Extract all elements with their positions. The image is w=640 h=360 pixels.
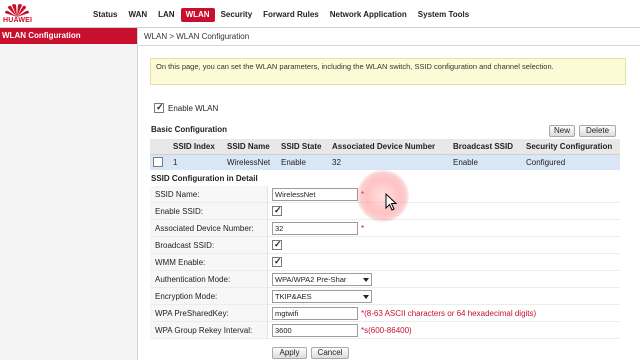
wmm-enable-label: WMM Enable: — [155, 257, 206, 267]
broadcast-ssid-checkbox[interactable] — [272, 239, 282, 250]
form-value-cell: WPA/WPA2 Pre-Shar — [267, 271, 620, 287]
chevron-down-icon — [363, 277, 369, 282]
enable-wlan-checkbox[interactable] — [154, 102, 164, 113]
wpa-group-rekey-interval-label: WPA Group Rekey Interval: — [155, 325, 253, 335]
form-value-cell: WirelessNet * — [267, 186, 620, 202]
row-select-checkbox[interactable] — [153, 157, 163, 168]
ssid-name-cell: WirelessNet — [224, 154, 278, 170]
ssid-table: SSID Index SSID Name SSID State Associat… — [150, 139, 620, 170]
form-value-cell: mgtwifi *(8-63 ASCII characters or 64 he… — [267, 305, 620, 321]
column-header: Associated Device Number — [329, 139, 450, 155]
form-value-cell: 3600 *s(600-86400) — [267, 322, 620, 338]
table-row[interactable]: 1 WirelessNet Enable 32 Enable Configure… — [150, 154, 620, 170]
ssid-state-cell: Enable — [278, 154, 329, 170]
column-header: SSID State — [278, 139, 329, 155]
nav-lan[interactable]: LAN — [153, 8, 179, 22]
nav-system-tools[interactable]: System Tools — [413, 8, 474, 22]
new-button[interactable]: New — [549, 125, 575, 137]
ssid-name-input[interactable]: WirelessNet — [272, 187, 358, 201]
form-row-associated-devices: Associated Device Number: 32 * — [150, 220, 620, 237]
security-configuration-cell: Configured — [523, 154, 620, 170]
sidebar: WLAN Configuration — [0, 28, 138, 360]
wpa-presharedkey-label: WPA PreSharedKey: — [155, 308, 229, 318]
column-header: SSID Index — [170, 139, 224, 155]
info-box: On this page, you can set the WLAN param… — [150, 58, 626, 85]
form-row-wpa-rekey-interval: WPA Group Rekey Interval: 3600 *s(600-86… — [150, 322, 620, 339]
authentication-mode-value: WPA/WPA2 Pre-Shar — [275, 274, 347, 284]
authentication-mode-label: Authentication Mode: — [155, 274, 231, 284]
select-column-header — [150, 139, 170, 155]
column-header: Broadcast SSID — [450, 139, 523, 155]
column-header: Security Configuration — [523, 139, 620, 155]
wpa-group-rekey-interval-input[interactable]: 3600 — [272, 323, 358, 337]
associated-device-number-label: Associated Device Number: — [155, 223, 254, 233]
column-header: SSID Name — [224, 139, 278, 155]
huawei-logo-icon — [5, 4, 29, 17]
enable-wlan-row: Enable WLAN — [154, 102, 219, 113]
wpa-group-rekey-interval-hint: *s(600-86400) — [361, 325, 412, 335]
enable-ssid-label: Enable SSID: — [155, 206, 204, 216]
nav-wlan[interactable]: WLAN — [180, 8, 215, 22]
table-header-row: SSID Index SSID Name SSID State Associat… — [150, 139, 620, 155]
encryption-mode-select[interactable]: TKIP&AES — [272, 289, 372, 303]
form-row-wmm-enable: WMM Enable: — [150, 254, 620, 271]
required-marker: * — [361, 223, 365, 233]
ssid-name-label: SSID Name: — [155, 189, 200, 199]
apply-button[interactable]: Apply — [272, 347, 307, 359]
sidebar-item-wlan-configuration[interactable]: WLAN Configuration — [0, 28, 137, 44]
encryption-mode-label: Encryption Mode: — [155, 291, 218, 301]
nav-wan[interactable]: WAN — [123, 8, 152, 22]
delete-button[interactable]: Delete — [579, 125, 616, 137]
breadcrumb: WLAN > WLAN Configuration — [144, 32, 250, 41]
form-value-cell — [267, 203, 620, 219]
divider — [139, 45, 640, 46]
form-row-authentication-mode: Authentication Mode: WPA/WPA2 Pre-Shar — [150, 271, 620, 288]
mouse-pointer-icon — [385, 193, 397, 211]
ssid-index-cell: 1 — [170, 154, 224, 170]
cursor-highlight — [357, 170, 409, 222]
encryption-mode-value: TKIP&AES — [275, 291, 312, 301]
authentication-mode-select[interactable]: WPA/WPA2 Pre-Shar — [272, 272, 372, 286]
enable-ssid-checkbox[interactable] — [272, 205, 282, 216]
form-value-cell — [267, 237, 620, 253]
form-row-broadcast-ssid: Broadcast SSID: — [150, 237, 620, 254]
main-nav: Status WAN LAN WLAN Security Forward Rul… — [88, 8, 475, 22]
wpa-presharedkey-input[interactable]: mgtwifi — [272, 306, 358, 320]
basic-configuration-title: Basic Configuration — [151, 125, 228, 134]
form-value-cell — [267, 254, 620, 270]
nav-forward-rules[interactable]: Forward Rules — [258, 8, 324, 22]
form-value-cell: TKIP&AES — [267, 288, 620, 304]
wpa-presharedkey-hint: *(8-63 ASCII characters or 64 hexadecima… — [361, 308, 537, 318]
nav-network-application[interactable]: Network Application — [325, 8, 412, 22]
associated-device-number-input[interactable]: 32 — [272, 221, 358, 235]
nav-status[interactable]: Status — [88, 8, 122, 22]
associated-device-cell: 32 — [329, 154, 450, 170]
row-select-cell — [150, 154, 170, 170]
enable-wlan-label: Enable WLAN — [168, 103, 219, 113]
broadcast-ssid-cell: Enable — [450, 154, 523, 170]
cancel-button[interactable]: Cancel — [311, 347, 349, 359]
top-bar: HUAWEI Status WAN LAN WLAN Security Forw… — [0, 0, 640, 28]
form-row-wpa-presharedkey: WPA PreSharedKey: mgtwifi *(8-63 ASCII c… — [150, 305, 620, 322]
brand-name: HUAWEI — [3, 17, 33, 24]
chevron-down-icon — [363, 294, 369, 299]
nav-security[interactable]: Security — [216, 8, 258, 22]
form-row-encryption-mode: Encryption Mode: TKIP&AES — [150, 288, 620, 305]
form-value-cell: 32 * — [267, 220, 620, 236]
wmm-enable-checkbox[interactable] — [272, 256, 282, 267]
broadcast-ssid-label: Broadcast SSID: — [155, 240, 215, 250]
ssid-detail-title: SSID Configuration in Detail — [151, 174, 258, 183]
